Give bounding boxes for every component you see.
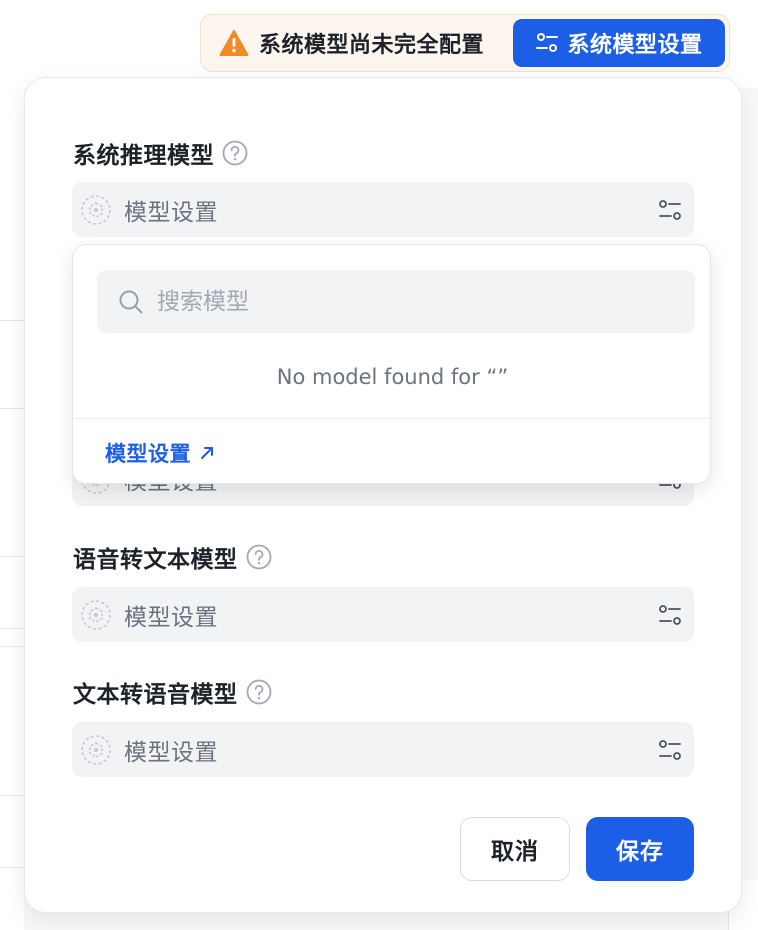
- field-label-reasoning-model: 系统推理模型: [73, 136, 248, 170]
- settings-sliders-icon: [536, 33, 559, 52]
- no-results-message: No model found for “”: [276, 365, 509, 389]
- background-divider: [0, 408, 24, 409]
- background-divider: [0, 556, 24, 557]
- system-model-settings-button[interactable]: 系统模型设置: [513, 19, 725, 67]
- dropdown-divider: [73, 418, 710, 419]
- model-settings-link[interactable]: 模型设置: [105, 438, 215, 468]
- system-model-settings-modal: 系统推理模型 模型设置 模型设置: [24, 77, 742, 913]
- field-label-speech-to-text: 语音转文本模型: [73, 540, 272, 574]
- model-search-box[interactable]: [97, 270, 695, 333]
- field-label-text-to-speech: 文本转语音模型: [73, 675, 272, 709]
- settings-sliders-icon: [659, 605, 681, 625]
- model-dropdown: No model found for “” 模型设置: [72, 244, 711, 484]
- model-settings-link-label: 模型设置: [105, 442, 191, 466]
- field-label-text: 文本转语音模型: [73, 682, 238, 708]
- settings-sliders-icon: [659, 740, 681, 760]
- help-icon[interactable]: [222, 140, 248, 166]
- reasoning-model-select[interactable]: 模型设置: [72, 182, 694, 237]
- background-divider: [0, 628, 24, 629]
- field-label-text: 语音转文本模型: [73, 547, 238, 573]
- field-label-text: 系统推理模型: [73, 143, 214, 169]
- model-placeholder-icon: [81, 599, 111, 630]
- speech-to-text-model-select[interactable]: 模型设置: [72, 587, 694, 642]
- select-value: 模型设置: [124, 739, 218, 766]
- warning-icon: [219, 30, 249, 56]
- warning-text: 系统模型尚未完全配置: [259, 33, 485, 58]
- background-left-column: [0, 88, 24, 930]
- text-to-speech-model-select[interactable]: 模型设置: [72, 722, 694, 777]
- model-search-input[interactable]: [157, 281, 677, 322]
- background-divider: [0, 795, 24, 796]
- save-button[interactable]: 保存: [586, 817, 694, 881]
- search-icon: [119, 290, 143, 313]
- background-divider: [0, 867, 24, 868]
- config-warning-banner: 系统模型尚未完全配置 系统模型设置: [200, 14, 730, 72]
- model-placeholder-icon: [81, 194, 111, 225]
- select-value: 模型设置: [124, 604, 218, 631]
- background-divider: [0, 646, 24, 647]
- system-model-settings-label: 系统模型设置: [567, 33, 703, 58]
- background-divider: [0, 320, 24, 321]
- select-value: 模型设置: [124, 199, 218, 226]
- external-arrow-icon: [201, 447, 213, 459]
- settings-sliders-icon: [659, 200, 681, 220]
- help-icon[interactable]: [246, 544, 272, 570]
- model-placeholder-icon: [81, 734, 111, 765]
- help-icon[interactable]: [246, 679, 272, 705]
- cancel-button[interactable]: 取消: [460, 817, 570, 881]
